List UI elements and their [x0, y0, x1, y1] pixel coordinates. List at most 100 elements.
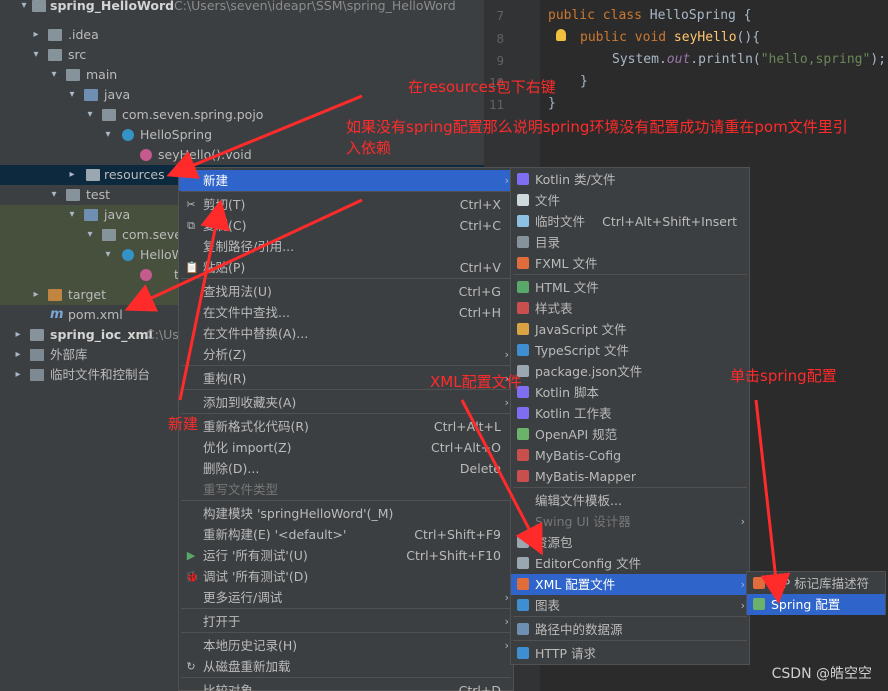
chevron-right-icon[interactable]: ▸ — [30, 285, 42, 305]
chevron-down-icon[interactable]: ▾ — [102, 125, 114, 145]
new-submenu-item[interactable]: 资源包 — [511, 532, 749, 553]
new-submenu-item[interactable]: Kotlin 脚本 — [511, 382, 749, 403]
new-submenu-item[interactable]: 文件 — [511, 190, 749, 211]
scratch-icon — [30, 369, 44, 381]
context-menu-item[interactable]: 重新格式化代码(R) Ctrl+Alt+L — [179, 416, 513, 437]
chevron-down-icon[interactable]: ▾ — [66, 85, 78, 105]
menu-separator — [181, 278, 511, 279]
context-menu-item[interactable]: 更多运行/调试 › — [179, 587, 513, 608]
menu-item-shortcut: Ctrl+Alt+Shift+Insert — [602, 214, 737, 229]
tree-row-method[interactable]: seyHello():void — [0, 145, 484, 165]
context-menu: 新建 › ✂ 剪切(T) Ctrl+X ⧉ 复制(C) Ctrl+C 复制路径/引用... 📋 粘贴… — [178, 167, 514, 691]
menu-item-label: 重新构建(E) '<default>' — [203, 527, 347, 542]
new-submenu-item[interactable]: 临时文件 Ctrl+Alt+Shift+Insert — [511, 211, 749, 232]
static-field: out — [666, 52, 691, 67]
menu-item-label: XML 配置文件 — [535, 577, 616, 592]
line-number: 8 — [496, 31, 504, 46]
context-menu-item[interactable]: 添加到收藏夹(A) › — [179, 392, 513, 413]
root-module-path: C:\Users\seven\ideapr\SSM\spring_HelloWo… — [174, 0, 456, 13]
context-menu-item[interactable]: 📋 粘贴(P) Ctrl+V — [179, 257, 513, 278]
menu-item-label: 分析(Z) — [203, 347, 247, 362]
new-submenu-item[interactable]: Kotlin 工作表 — [511, 403, 749, 424]
chevron-down-icon[interactable]: ▾ — [102, 245, 114, 265]
context-menu-item[interactable]: 分析(Z) › — [179, 344, 513, 365]
context-menu-item[interactable]: 新建 › — [179, 170, 513, 191]
new-submenu-item[interactable]: 样式表 — [511, 298, 749, 319]
module-path: C:\Us — [146, 327, 179, 342]
context-menu-item[interactable]: ↻ 从磁盘重新加载 — [179, 656, 513, 677]
menu-separator — [513, 616, 747, 617]
chevron-down-icon[interactable]: ▾ — [30, 45, 42, 65]
new-submenu-item[interactable]: MyBatis-Cofig — [511, 445, 749, 466]
chevron-down-icon[interactable]: ▾ — [18, 0, 30, 16]
new-submenu-item[interactable]: XML 配置文件 › — [511, 574, 749, 595]
chevron-down-icon[interactable]: ▾ — [66, 205, 78, 225]
chevron-right-icon[interactable]: ▸ — [12, 345, 24, 365]
tree-row-root[interactable]: ▾ spring_HelloWord C:\Users\seven\ideapr… — [0, 0, 484, 16]
new-submenu-item[interactable]: 编辑文件模板... — [511, 490, 749, 511]
context-menu-item[interactable]: 🐞 调试 '所有测试'(D) — [179, 566, 513, 587]
file-type-icon — [517, 557, 529, 569]
context-menu-item[interactable]: 在文件中查找... Ctrl+H — [179, 302, 513, 323]
xml-submenu-item[interactable]: JSP 标记库描述符 — [747, 573, 885, 594]
file-type-icon — [517, 578, 529, 590]
new-submenu-item[interactable]: MyBatis-Mapper — [511, 466, 749, 487]
context-menu-item[interactable]: 构建模块 'springHelloWord'(_M) — [179, 503, 513, 524]
library-icon — [30, 349, 44, 361]
tree-label: com.seven.spring.pojo — [122, 107, 264, 122]
chevron-down-icon[interactable]: ▾ — [48, 185, 60, 205]
context-menu-item[interactable]: ✂ 剪切(T) Ctrl+X — [179, 194, 513, 215]
menu-item-label: 调试 '所有测试'(D) — [203, 569, 309, 584]
new-submenu-item[interactable]: 图表 › — [511, 595, 749, 616]
context-menu-item[interactable]: 在文件中替换(A)... — [179, 323, 513, 344]
new-submenu-item[interactable]: 目录 — [511, 232, 749, 253]
menu-item-icon: 🐞 — [185, 570, 199, 583]
class-icon — [122, 249, 134, 261]
file-type-icon — [517, 257, 529, 269]
new-submenu-item[interactable]: HTML 文件 — [511, 277, 749, 298]
new-submenu-item[interactable]: JavaScript 文件 — [511, 319, 749, 340]
maven-file-icon: m — [50, 307, 64, 322]
submenu-arrow-icon: › — [504, 348, 509, 361]
chevron-right-icon[interactable]: ▸ — [66, 165, 78, 185]
menu-item-shortcut: Ctrl+C — [459, 218, 501, 233]
new-submenu-item[interactable]: Kotlin 类/文件 — [511, 169, 749, 190]
context-menu-item[interactable]: 重新构建(E) '<default>' Ctrl+Shift+F9 — [179, 524, 513, 545]
context-menu-item[interactable]: 删除(D)... Delete — [179, 458, 513, 479]
new-submenu-item[interactable]: HTTP 请求 — [511, 643, 749, 664]
chevron-right-icon[interactable]: ▸ — [12, 365, 24, 385]
menu-separator — [513, 640, 747, 641]
context-menu-item[interactable]: 打开于 › — [179, 611, 513, 632]
context-menu-item[interactable]: 比较对象 Ctrl+D — [179, 680, 513, 691]
chevron-down-icon[interactable]: ▾ — [84, 225, 96, 245]
context-menu-item[interactable]: 重写文件类型 — [179, 479, 513, 500]
submenu-arrow-icon: › — [504, 639, 509, 652]
chevron-right-icon[interactable]: ▸ — [12, 325, 24, 345]
jsp-icon — [753, 577, 765, 589]
folder-icon — [66, 189, 80, 201]
new-submenu-item[interactable]: EditorConfig 文件 — [511, 553, 749, 574]
chevron-down-icon[interactable]: ▾ — [84, 105, 96, 125]
menu-item-label: Swing UI 设计器 — [535, 514, 631, 529]
new-submenu-item[interactable]: OpenAPI 规范 — [511, 424, 749, 445]
context-menu-item[interactable]: 查找用法(U) Ctrl+G — [179, 281, 513, 302]
new-submenu-item[interactable]: FXML 文件 — [511, 253, 749, 274]
context-menu-item[interactable]: 复制路径/引用... — [179, 236, 513, 257]
chevron-right-icon[interactable]: ▸ — [30, 25, 42, 45]
new-submenu-item[interactable]: TypeScript 文件 — [511, 340, 749, 361]
new-submenu: Kotlin 类/文件 文件 临时文件 Ctrl+Alt+Shift+Insert 目录… — [510, 167, 750, 665]
context-menu-item[interactable]: ⧉ 复制(C) Ctrl+C — [179, 215, 513, 236]
tree-label: java — [104, 87, 131, 102]
xml-submenu-item[interactable]: Spring 配置 — [747, 594, 885, 615]
new-submenu-item[interactable]: Swing UI 设计器 › — [511, 511, 749, 532]
chevron-down-icon[interactable]: ▾ — [48, 65, 60, 85]
context-menu-item[interactable]: ▶ 运行 '所有测试'(U) Ctrl+Shift+F10 — [179, 545, 513, 566]
lightbulb-icon[interactable] — [556, 29, 566, 41]
context-menu-item[interactable]: 本地历史记录(H) › — [179, 635, 513, 656]
new-submenu-item[interactable]: 路径中的数据源 — [511, 619, 749, 640]
new-submenu-item[interactable]: package.json文件 — [511, 361, 749, 382]
menu-item-label: 本地历史记录(H) — [203, 638, 298, 653]
tree-row-src[interactable]: ▾ src — [0, 45, 484, 65]
tree-row-idea[interactable]: ▸ .idea — [0, 25, 484, 45]
context-menu-item[interactable]: 优化 import(Z) Ctrl+Alt+O — [179, 437, 513, 458]
